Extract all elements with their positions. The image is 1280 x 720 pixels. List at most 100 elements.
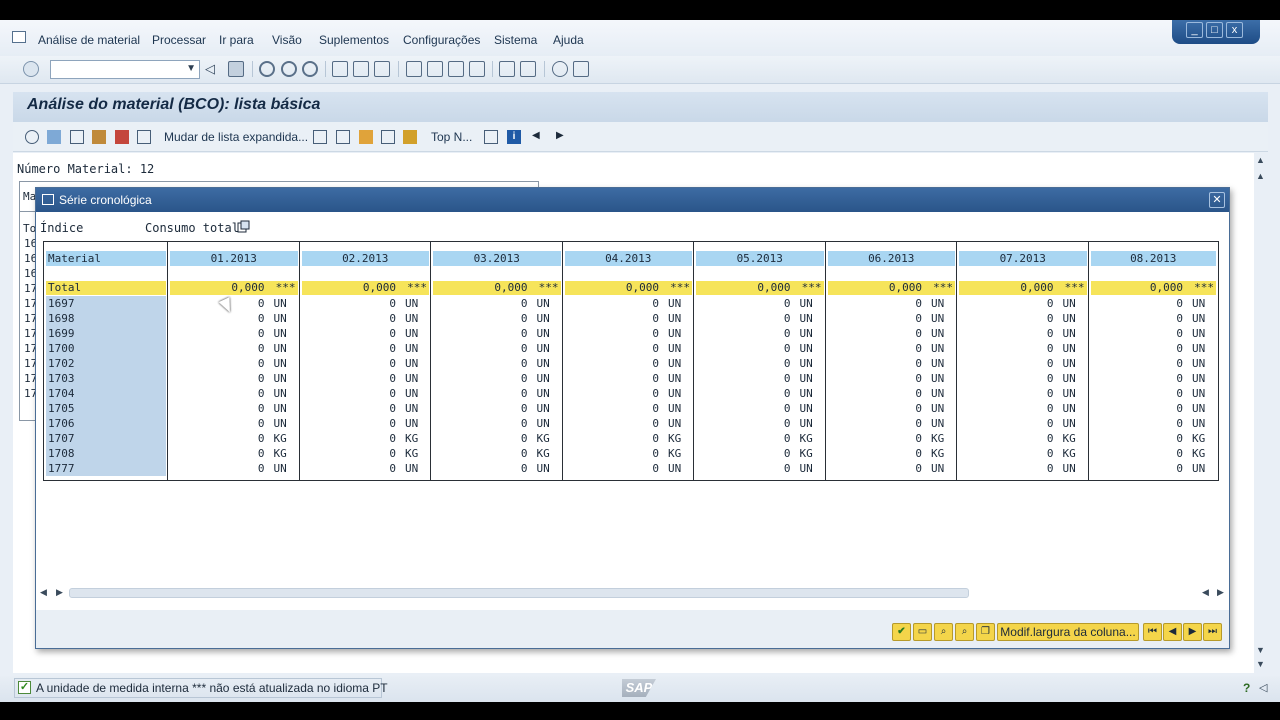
- value-cell[interactable]: 0 UN: [959, 356, 1087, 371]
- value-cell[interactable]: 0 UN: [1091, 341, 1217, 356]
- value-cell[interactable]: 0 UN: [433, 401, 561, 416]
- scroll-up-icon[interactable]: ▲: [1256, 155, 1265, 165]
- period-header[interactable]: 02.2013: [301, 251, 429, 266]
- select-icon[interactable]: [47, 130, 61, 144]
- menu-ir-para[interactable]: Ir para: [219, 33, 254, 47]
- period-header[interactable]: 05.2013: [696, 251, 824, 266]
- material-cell[interactable]: 1699: [46, 326, 166, 341]
- value-cell[interactable]: 0 UN: [170, 356, 298, 371]
- horizontal-scrollbar[interactable]: ◀ ▶ ◀ ▶: [36, 586, 1229, 600]
- value-cell[interactable]: 0 UN: [433, 371, 561, 386]
- value-cell[interactable]: 0 UN: [1091, 311, 1217, 326]
- value-cell[interactable]: 0 UN: [959, 386, 1087, 401]
- detail-icon[interactable]: [25, 130, 39, 144]
- period-header[interactable]: 01.2013: [170, 251, 298, 266]
- material-cell[interactable]: 1698: [46, 311, 166, 326]
- value-cell[interactable]: 0 UN: [696, 341, 824, 356]
- print-icon[interactable]: [332, 61, 348, 77]
- value-cell[interactable]: 0 KG: [170, 431, 298, 446]
- value-cell[interactable]: 0 UN: [302, 356, 430, 371]
- command-field[interactable]: ▼: [50, 60, 200, 79]
- find-next-icon[interactable]: ⌕: [955, 623, 974, 641]
- value-cell[interactable]: 0 UN: [565, 311, 693, 326]
- modify-column-width-button[interactable]: Modif.largura da coluna...: [997, 623, 1139, 641]
- back-arrow-icon[interactable]: ◁: [205, 61, 221, 77]
- arrow-left-icon[interactable]: ◀: [532, 130, 546, 144]
- shortcut-icon[interactable]: [520, 61, 536, 77]
- menu-suplementos[interactable]: Suplementos: [319, 33, 389, 47]
- save-icon[interactable]: [228, 61, 244, 77]
- status-expand-icon[interactable]: ◁: [1259, 681, 1267, 694]
- value-cell[interactable]: 0 UN: [565, 386, 693, 401]
- menu-configuracoes[interactable]: Configurações: [403, 33, 480, 47]
- hierarchy-icon[interactable]: [137, 130, 151, 144]
- enter-icon[interactable]: [23, 61, 39, 77]
- period-header[interactable]: 07.2013: [959, 251, 1087, 266]
- value-cell[interactable]: 0 UN: [170, 341, 298, 356]
- next-page-icon[interactable]: ▶: [1183, 623, 1202, 641]
- value-cell[interactable]: 0 UN: [828, 371, 956, 386]
- material-cell[interactable]: 1704: [46, 386, 166, 401]
- arrow-right-icon[interactable]: ▶: [556, 130, 570, 144]
- value-cell[interactable]: 0 KG: [433, 446, 561, 461]
- value-cell[interactable]: 0 UN: [170, 386, 298, 401]
- next-page-icon[interactable]: [448, 61, 464, 77]
- value-cell[interactable]: 0 UN: [959, 311, 1087, 326]
- value-cell[interactable]: 0 KG: [1091, 446, 1217, 461]
- value-cell[interactable]: 0 UN: [433, 296, 561, 311]
- value-cell[interactable]: 0 UN: [1091, 296, 1217, 311]
- info-icon[interactable]: i: [507, 130, 521, 144]
- period-header[interactable]: 08.2013: [1090, 251, 1216, 266]
- scroll-down-icon[interactable]: ▼: [1256, 659, 1265, 669]
- minimize-icon[interactable]: _: [1186, 22, 1203, 38]
- value-cell[interactable]: 0 UN: [170, 311, 298, 326]
- help-icon[interactable]: [552, 61, 568, 77]
- period-header[interactable]: 04.2013: [564, 251, 692, 266]
- value-cell[interactable]: 0 UN: [1091, 326, 1217, 341]
- classification-icon[interactable]: [381, 130, 395, 144]
- value-cell[interactable]: 0 UN: [565, 461, 693, 476]
- value-cell[interactable]: 0 KG: [565, 446, 693, 461]
- value-cell[interactable]: 0 UN: [302, 401, 430, 416]
- value-cell[interactable]: 0 UN: [696, 461, 824, 476]
- value-cell[interactable]: 0 UN: [302, 311, 430, 326]
- value-cell[interactable]: 0 UN: [565, 326, 693, 341]
- material-cell[interactable]: 1705: [46, 401, 166, 416]
- find-icon[interactable]: ⌕: [934, 623, 953, 641]
- close-window-icon[interactable]: x: [1226, 22, 1243, 38]
- back-icon[interactable]: [259, 61, 275, 77]
- exit-icon[interactable]: [281, 61, 297, 77]
- scroll-left-icon[interactable]: ◀: [40, 587, 47, 598]
- value-cell[interactable]: 0 UN: [302, 461, 430, 476]
- value-cell[interactable]: 0 KG: [170, 446, 298, 461]
- value-cell[interactable]: 0 UN: [565, 296, 693, 311]
- material-cell[interactable]: 1700: [46, 341, 166, 356]
- value-cell[interactable]: 0 UN: [1091, 461, 1217, 476]
- value-cell[interactable]: 0 UN: [959, 326, 1087, 341]
- find-next-icon[interactable]: [374, 61, 390, 77]
- scroll-left-end-icon[interactable]: ◀: [1202, 587, 1209, 598]
- value-cell[interactable]: 0 UN: [565, 341, 693, 356]
- value-cell[interactable]: 0 KG: [302, 431, 430, 446]
- abc-icon[interactable]: [359, 130, 373, 144]
- value-cell[interactable]: 0 UN: [433, 356, 561, 371]
- menu-ajuda[interactable]: Ajuda: [553, 33, 584, 47]
- material-cell[interactable]: 1708: [46, 446, 166, 461]
- value-cell[interactable]: 0 UN: [565, 401, 693, 416]
- value-cell[interactable]: 0 UN: [696, 416, 824, 431]
- value-cell[interactable]: 0 UN: [828, 311, 956, 326]
- material-cell[interactable]: 1707: [46, 431, 166, 446]
- new-session-icon[interactable]: [499, 61, 515, 77]
- value-cell[interactable]: 0 UN: [565, 371, 693, 386]
- value-cell[interactable]: 0 UN: [828, 341, 956, 356]
- top-n-button[interactable]: Top N...: [431, 130, 472, 144]
- indice-label[interactable]: Índice: [40, 221, 83, 235]
- value-cell[interactable]: 0 UN: [433, 416, 561, 431]
- value-cell[interactable]: 0 UN: [1091, 416, 1217, 431]
- expanded-list-button[interactable]: Mudar de lista expandida...: [164, 130, 308, 144]
- period-header[interactable]: 06.2013: [827, 251, 955, 266]
- graph-icon[interactable]: [336, 130, 350, 144]
- value-cell[interactable]: 0 UN: [1091, 386, 1217, 401]
- value-cell[interactable]: 0 UN: [1091, 356, 1217, 371]
- value-cell[interactable]: 0 UN: [696, 401, 824, 416]
